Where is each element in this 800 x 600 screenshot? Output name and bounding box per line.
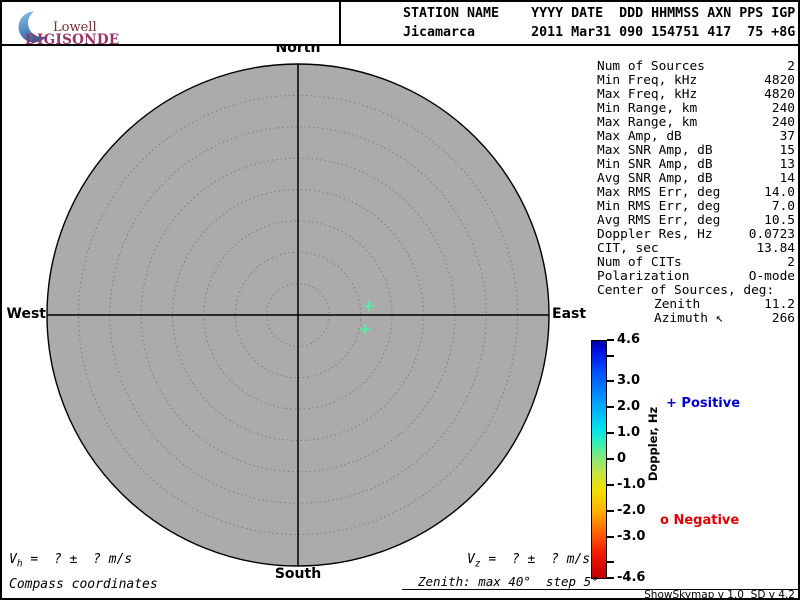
stat-value: O-mode xyxy=(748,269,795,284)
stat-row: Max Freq, kHz 4820 xyxy=(597,88,795,102)
stat-value: 10.5 xyxy=(764,213,795,228)
stat-label: Num of Sources xyxy=(597,59,705,74)
stat-value: 37 xyxy=(779,129,795,144)
header-bar: Lowell DIGISONDE STATION NAME YYYY DATE … xyxy=(0,0,800,48)
colorbar-tick-label: -4.6 xyxy=(617,570,646,585)
colorbar-tick xyxy=(607,561,614,564)
stat-label: Zenith xyxy=(654,297,701,312)
legend-positive: + Positive xyxy=(666,396,741,411)
stat-label: Max Freq, kHz xyxy=(597,87,698,102)
stat-label: Min Range, km xyxy=(597,101,698,116)
colorbar-tick xyxy=(607,432,614,435)
coordinate-system-note: Compass coordinates xyxy=(9,577,158,592)
stat-value: 2 xyxy=(787,255,795,270)
stat-value: 4820 xyxy=(764,73,795,88)
stat-label: Min SNR Amp, dB xyxy=(597,157,713,172)
vh-readout: Vh = ? ± ? m/s xyxy=(9,552,133,570)
stat-label: Max Amp, dB xyxy=(597,129,682,144)
colorbar-tick xyxy=(607,380,614,383)
stat-value: 266 xyxy=(771,311,795,326)
header-divider xyxy=(339,0,341,44)
stat-value: 4820 xyxy=(764,87,795,102)
stat-row: Max SNR Amp, dB 15 xyxy=(597,144,795,158)
stat-label: Polarization xyxy=(597,269,690,284)
colorbar-tick xyxy=(607,339,614,341)
stat-row: Min RMS Err, deg 7.0 xyxy=(597,200,795,214)
station-header-values: Jicamarca 2011 Mar31 090 154751 417 75 +… xyxy=(403,25,796,40)
stat-label: Avg RMS Err, deg xyxy=(597,213,721,228)
stat-label: Avg SNR Amp, dB xyxy=(597,171,713,186)
colorbar-tick-label: -3.0 xyxy=(617,528,646,544)
compass-label-east: East xyxy=(552,306,587,322)
stat-value: 14.0 xyxy=(764,185,795,200)
legend-negative: o Negative xyxy=(660,513,740,528)
stat-label: Max RMS Err, deg xyxy=(597,185,721,200)
stat-row: Min SNR Amp, dB 13 xyxy=(597,158,795,172)
stat-row: Zenith 11.2 xyxy=(597,298,795,312)
stat-label: Min Freq, kHz xyxy=(597,73,698,88)
stat-value: 240 xyxy=(771,115,795,130)
stat-value: 7.0 xyxy=(771,199,795,214)
stat-value: 13.84 xyxy=(756,241,795,256)
stat-row: Avg SNR Amp, dB 14 xyxy=(597,172,795,186)
stat-value: 13 xyxy=(779,157,795,172)
colorbar-tick-label: 1.0 xyxy=(617,425,641,441)
stat-row: Min Range, km 240 xyxy=(597,102,795,116)
stat-label: Doppler Res, Hz xyxy=(597,227,713,242)
stat-label: Max Range, km xyxy=(597,115,698,130)
version-label: ShowSkymap v 1.0 SD v 4.2 xyxy=(644,589,795,600)
stat-row: Doppler Res, Hz 0.0723 xyxy=(597,228,795,242)
stat-label: Center of Sources, deg: xyxy=(597,283,775,298)
stat-value: 15 xyxy=(779,143,795,158)
stat-row: Num of Sources 2 xyxy=(597,60,795,74)
colorbar-tick-label: 0 xyxy=(617,451,627,466)
stat-label: Num of CITs xyxy=(597,255,682,270)
zenith-scale-note: Zenith: max 40° step 5° xyxy=(418,574,599,589)
stat-row: Min Freq, kHz 4820 xyxy=(597,74,795,88)
stat-row: CIT, sec 13.84 xyxy=(597,242,795,256)
stat-value: 11.2 xyxy=(764,297,795,312)
colorbar-tick-label: 4.6 xyxy=(617,332,641,347)
colorbar-tick-label: 2.0 xyxy=(617,399,641,415)
colorbar-tick xyxy=(607,535,614,538)
stat-value: 240 xyxy=(771,101,795,116)
stat-row: Max Amp, dB 37 xyxy=(597,130,795,144)
colorbar-tick-label: -2.0 xyxy=(617,502,646,518)
stat-row: Max Range, km 240 xyxy=(597,116,795,130)
stats-panel: Num of Sources 2 Min Freq, kHz 4820 Max Freq… xyxy=(597,60,795,326)
lowell-digisonde-logo: Lowell DIGISONDE xyxy=(6,2,136,48)
colorbar-axis-label: Doppler, Hz xyxy=(646,406,660,482)
vz-readout: Vz = ? ± ? m/s xyxy=(467,552,591,570)
stat-value: 14 xyxy=(779,171,795,186)
stat-row: Center of Sources, deg: xyxy=(597,284,795,298)
colorbar-tick xyxy=(607,354,614,357)
stat-row: Polarization O-mode xyxy=(597,270,795,284)
stat-label: Min RMS Err, deg xyxy=(597,199,721,214)
colorbar-tick xyxy=(607,509,614,512)
colorbar-tick xyxy=(607,577,614,579)
stat-row: Azimuth ↖ 266 xyxy=(597,312,795,326)
stat-label: Azimuth ↖ xyxy=(654,311,724,326)
colorbar-tick xyxy=(607,458,614,460)
colorbar-tick xyxy=(607,483,614,486)
stat-value: 2 xyxy=(787,59,795,74)
colorbar-tick-label: 3.0 xyxy=(617,373,641,389)
logo-text-digisonde: DIGISONDE xyxy=(25,32,120,48)
colorbar-tick-label: -1.0 xyxy=(617,476,646,492)
showskymap-window: North South West East Lowell DIGISONDE S… xyxy=(0,0,800,600)
station-header-columns: STATION NAME YYYY DATE DDD HHMMSS AXN PP… xyxy=(403,6,796,21)
colorbar-tick xyxy=(607,406,614,409)
stat-value: 0.0723 xyxy=(748,227,795,242)
stat-label: CIT, sec xyxy=(597,241,659,256)
stat-row: Avg RMS Err, deg 10.5 xyxy=(597,214,795,228)
compass-label-west: West xyxy=(6,306,46,322)
stat-label: Max SNR Amp, dB xyxy=(597,143,713,158)
stat-row: Max RMS Err, deg 14.0 xyxy=(597,186,795,200)
stat-row: Num of CITs 2 xyxy=(597,256,795,270)
compass-label-south: South xyxy=(274,566,322,582)
